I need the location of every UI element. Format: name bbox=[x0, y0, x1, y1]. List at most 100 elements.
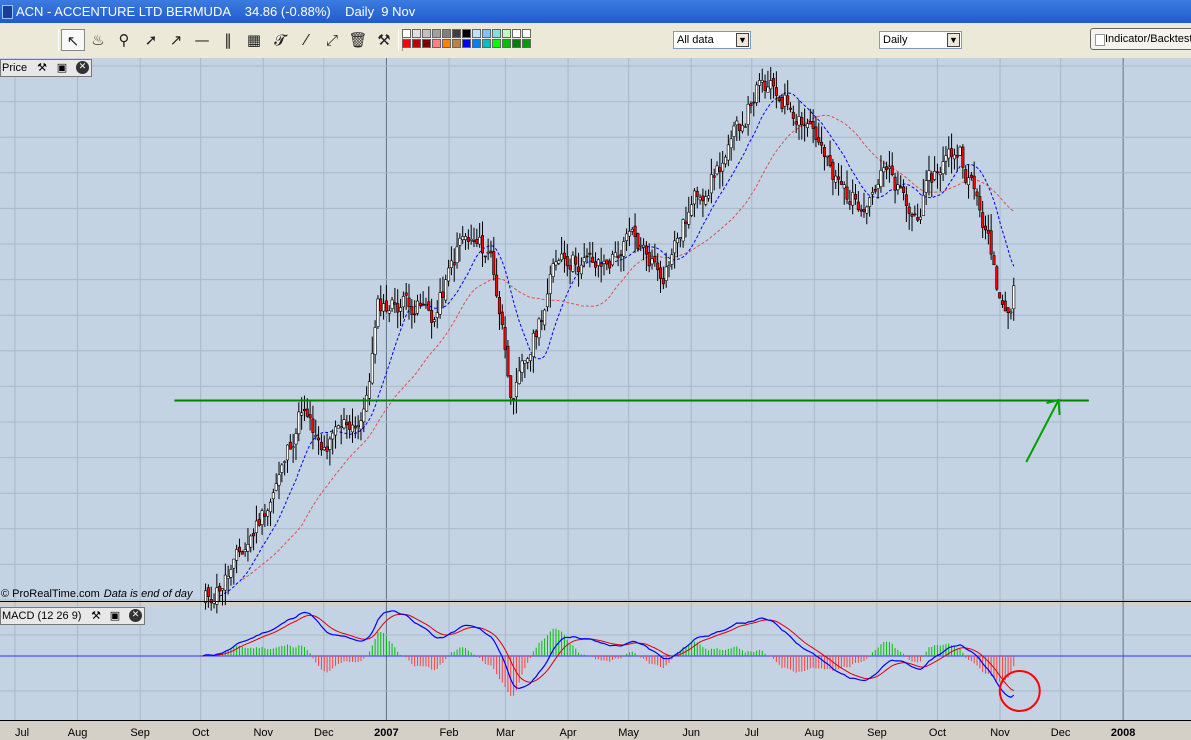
palette-swatch[interactable] bbox=[432, 39, 441, 48]
palette-swatch[interactable] bbox=[442, 29, 451, 38]
candle-body bbox=[724, 156, 728, 165]
candle-body bbox=[362, 408, 366, 423]
candle-body bbox=[396, 303, 400, 313]
indicator-checkbox[interactable] bbox=[1095, 34, 1105, 46]
palette-swatch[interactable] bbox=[472, 29, 481, 38]
pointer-icon[interactable]: ↖ bbox=[61, 29, 85, 51]
close-icon[interactable]: ✕ bbox=[129, 609, 142, 622]
candle-body bbox=[856, 201, 860, 211]
x-tick-label: Jul bbox=[745, 727, 759, 739]
palette-swatch[interactable] bbox=[522, 39, 531, 48]
candle-body bbox=[992, 255, 996, 266]
candle-body bbox=[670, 254, 674, 265]
candle-body bbox=[415, 300, 419, 314]
window-icon[interactable]: ▣ bbox=[55, 61, 69, 75]
chevron-down-icon[interactable]: ▼ bbox=[736, 33, 749, 47]
palette-swatch[interactable] bbox=[432, 29, 441, 38]
macd-panel-bg bbox=[0, 606, 1191, 720]
fibonacci-icon[interactable]: ▦ bbox=[242, 29, 266, 51]
palette-swatch[interactable] bbox=[402, 29, 411, 38]
candle-body bbox=[921, 194, 925, 216]
candle-body bbox=[596, 259, 600, 266]
x-tick-label: Jun bbox=[682, 727, 700, 739]
palette-swatch[interactable] bbox=[452, 29, 461, 38]
trend-line-icon[interactable]: ↗ bbox=[164, 29, 188, 51]
candle-body bbox=[752, 101, 756, 104]
candle-body bbox=[562, 252, 566, 259]
palette-swatch[interactable] bbox=[512, 39, 521, 48]
candle-body bbox=[848, 201, 852, 205]
zoom-icon[interactable]: ⚲ bbox=[112, 29, 136, 51]
candle-body bbox=[825, 155, 829, 158]
palette-swatch[interactable] bbox=[512, 29, 521, 38]
close-icon[interactable]: ✕ bbox=[76, 61, 89, 74]
candle-body bbox=[845, 186, 849, 200]
alarm-bell-icon[interactable]: ♨ bbox=[86, 29, 110, 51]
data-range-select[interactable]: All data ▼ bbox=[673, 31, 751, 49]
candle-body bbox=[704, 196, 708, 205]
candle-body bbox=[305, 408, 309, 417]
candle-body bbox=[506, 345, 510, 377]
palette-swatch[interactable] bbox=[522, 29, 531, 38]
palette-swatch[interactable] bbox=[472, 39, 481, 48]
x-tick-label: Dec bbox=[314, 727, 334, 739]
palette-swatch[interactable] bbox=[412, 39, 421, 48]
palette-swatch[interactable] bbox=[412, 29, 421, 38]
candle-body bbox=[379, 298, 383, 312]
candle-body bbox=[707, 195, 711, 199]
wrench-icon[interactable]: ⚒ bbox=[89, 609, 103, 623]
candle-body bbox=[359, 420, 363, 430]
window-icon[interactable]: ▣ bbox=[108, 609, 122, 623]
candle-body bbox=[828, 155, 832, 167]
period-select[interactable]: Daily ▼ bbox=[879, 31, 962, 49]
candle-body bbox=[950, 148, 954, 157]
chart-area[interactable]: Jul Aug Sep Oct Nov Dec 2007 Feb Mar Apr May Jun Jul… bbox=[0, 58, 1191, 740]
vertical-line-icon[interactable]: ‖ bbox=[216, 29, 240, 51]
candle-body bbox=[893, 176, 897, 191]
candle-body bbox=[698, 197, 702, 201]
regression-channel-icon[interactable]: ⤢ bbox=[320, 29, 344, 51]
candle-body bbox=[616, 255, 620, 259]
palette-swatch[interactable] bbox=[502, 29, 511, 38]
candle-body bbox=[760, 80, 764, 83]
palette-swatch[interactable] bbox=[502, 39, 511, 48]
horizontal-line-icon[interactable]: — bbox=[190, 29, 214, 51]
palette-swatch[interactable] bbox=[462, 39, 471, 48]
candle-body bbox=[1006, 307, 1010, 313]
candle-body bbox=[944, 155, 948, 162]
candle-body bbox=[531, 332, 535, 357]
wrench-icon[interactable]: ⚒ bbox=[35, 61, 49, 75]
trash-icon[interactable]: 🗑 bbox=[346, 29, 370, 51]
palette-swatch[interactable] bbox=[442, 39, 451, 48]
x-tick-label: Dec bbox=[1051, 727, 1071, 739]
palette-swatch[interactable] bbox=[422, 29, 431, 38]
candle-body bbox=[715, 165, 719, 175]
palette-swatch[interactable] bbox=[482, 39, 491, 48]
candle-body bbox=[664, 266, 668, 281]
palette-swatch[interactable] bbox=[422, 39, 431, 48]
candle-body bbox=[444, 279, 448, 301]
candle-body bbox=[582, 257, 586, 263]
candle-body bbox=[254, 520, 258, 534]
palette-swatch[interactable] bbox=[492, 29, 501, 38]
text-tool-icon[interactable]: 𝓣 bbox=[268, 29, 292, 51]
candle-body bbox=[588, 252, 592, 255]
candle-body bbox=[865, 206, 869, 214]
palette-swatch[interactable] bbox=[402, 39, 411, 48]
chevron-down-icon[interactable]: ▼ bbox=[947, 33, 960, 47]
palette-swatch[interactable] bbox=[452, 39, 461, 48]
candle-body bbox=[432, 319, 436, 322]
palette-swatch[interactable] bbox=[462, 29, 471, 38]
candle-body bbox=[870, 192, 874, 195]
palette-swatch[interactable] bbox=[492, 39, 501, 48]
indicator-button-label: Indicator/Backtest bbox=[1105, 33, 1191, 45]
candle-body bbox=[568, 265, 572, 270]
candle-body bbox=[311, 418, 315, 433]
line-segment-icon[interactable]: ➚ bbox=[139, 29, 163, 51]
candle-body bbox=[526, 358, 530, 363]
drawing-properties-icon[interactable]: ⚒ bbox=[372, 29, 396, 51]
palette-swatch[interactable] bbox=[482, 29, 491, 38]
parallel-channel-icon[interactable]: ⁄ bbox=[294, 29, 318, 51]
indicator-backtest-button[interactable]: Indicator/Backtest bbox=[1090, 28, 1191, 50]
candle-body bbox=[777, 97, 781, 101]
